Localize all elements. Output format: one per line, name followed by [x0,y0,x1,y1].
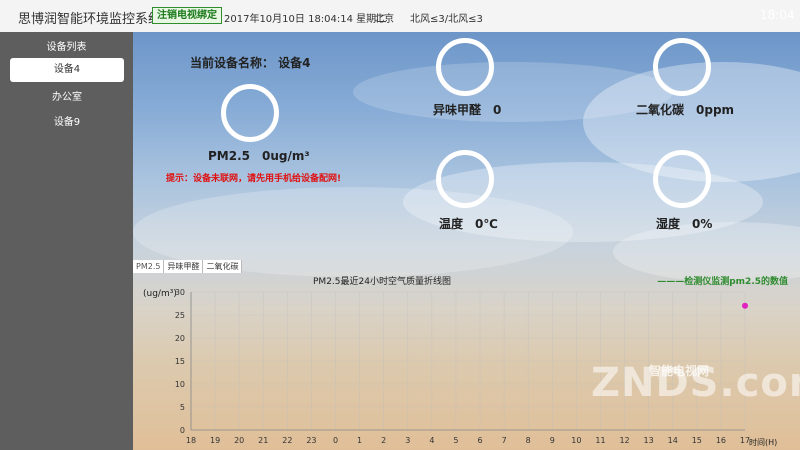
x-tick-label: 10 [571,436,581,445]
chart-tabs: PM2.5 异味甲醛 二氧化碳 [133,260,243,273]
x-tick-label: 11 [595,436,605,445]
formaldehyde-value: 异味甲醛 0 [433,103,502,117]
x-tick-label: 14 [668,436,678,445]
temperature-value: 温度 0℃ [439,217,498,231]
humidity-value: 湿度 0% [656,217,713,231]
tab-pm25[interactable]: PM2.5 [133,260,165,273]
humidity-gauge [653,150,711,208]
x-tick-label: 1 [357,436,362,445]
x-tick-label: 21 [258,436,268,445]
x-tick-label: 7 [502,436,507,445]
datetime-display: 2017年10月10日 18:04:14 星期二 [224,14,387,25]
main-panel: 当前设备名称： 设备4 PM2.5 0ug/m³ 异味甲醛 0 二氧化碳 0pp… [133,32,800,450]
x-tick-label: 8 [526,436,531,445]
x-tick-label: 9 [550,436,555,445]
y-tick-label: 20 [175,334,185,343]
pm25-gauge [221,84,279,142]
x-tick-label: 15 [692,436,702,445]
x-tick-label: 19 [210,436,220,445]
x-tick-label: 3 [405,436,410,445]
sidebar-item-device9[interactable]: 设备9 [10,111,124,135]
network-warning: 提示：设备未联网，请先用手机给设备配网! [166,174,342,184]
tab-formaldehyde[interactable]: 异味甲醛 [164,260,204,273]
top-header: 思博润智能环境监控系统 注销电视绑定 2017年10月10日 18:04:14 … [0,0,800,33]
x-tick-label: 2 [381,436,386,445]
temperature-gauge [436,150,494,208]
sidebar-item-office[interactable]: 办公室 [10,86,124,110]
y-tick-label: 0 [180,426,185,435]
x-axis-label: 时间(H) [749,437,777,447]
pm25-value: PM2.5 0ug/m³ [208,149,310,163]
device-sidebar: 设备列表 设备4 办公室 设备9 [0,32,133,450]
city-label: 北京 [374,14,394,25]
x-tick-label: 5 [453,436,458,445]
sidebar-title: 设备列表 [46,42,87,53]
x-tick-label: 6 [477,436,482,445]
wind-label: 北风≤3/北风≤3 [410,14,483,25]
y-tick-label: 15 [175,357,185,366]
y-tick-label: 5 [180,403,185,412]
co2-value: 二氧化碳 0ppm [636,103,735,117]
x-tick-label: 22 [282,436,292,445]
pm25-data-point [742,302,748,309]
x-tick-label: 18 [186,436,196,445]
tab-co2[interactable]: 二氧化碳 [203,260,243,273]
x-tick-label: 16 [716,436,726,445]
co2-gauge [653,38,711,96]
y-tick-label: 25 [175,311,185,320]
clock-display: 18:04 [760,8,795,22]
y-axis-label: (ug/m³) [143,289,177,299]
x-tick-label: 0 [333,436,338,445]
x-tick-label: 20 [234,436,244,445]
x-tick-label: 12 [619,436,629,445]
y-tick-label: 10 [175,380,185,389]
x-tick-label: 13 [644,436,654,445]
watermark-subtitle: 智能电视网 [649,364,710,378]
formaldehyde-gauge [436,38,494,96]
app-title: 思博润智能环境监控系统 [18,12,162,27]
x-tick-label: 23 [306,436,316,445]
sidebar-item-device4[interactable]: 设备4 [10,58,124,82]
current-device-name: 当前设备名称： 设备4 [190,56,311,70]
x-tick-label: 4 [429,436,434,445]
logout-tv-binding-button[interactable]: 注销电视绑定 [152,7,222,24]
